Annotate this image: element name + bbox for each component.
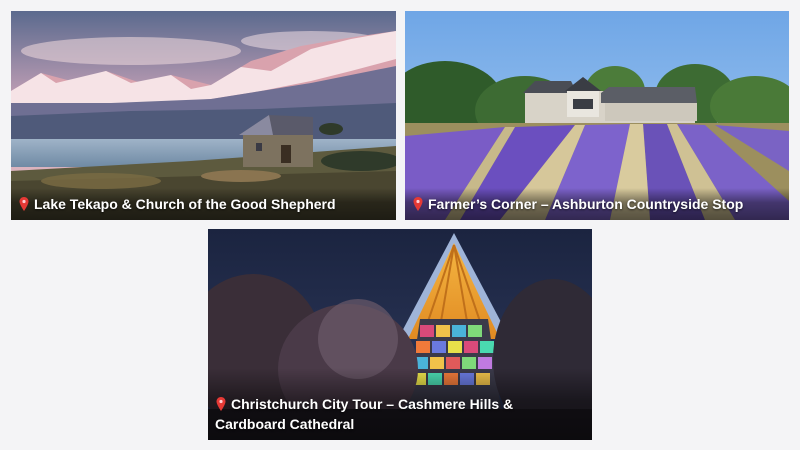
card-caption: Lake Tekapo & Church of the Good Shepher… xyxy=(11,188,396,220)
tour-card-christchurch[interactable]: Christchurch City Tour – Cashmere Hills … xyxy=(208,229,592,440)
location-pin-icon xyxy=(19,197,29,211)
location-pin-icon xyxy=(216,397,226,411)
card-title: Lake Tekapo & Church of the Good Shepher… xyxy=(34,196,336,212)
tour-card-lake-tekapo[interactable]: Lake Tekapo & Church of the Good Shepher… xyxy=(11,11,396,220)
tour-card-farmers-corner[interactable]: Farmer’s Corner – Ashburton Countryside … xyxy=(405,11,789,220)
card-title: Christchurch City Tour – Cashmere Hills … xyxy=(215,396,514,432)
card-title: Farmer’s Corner – Ashburton Countryside … xyxy=(428,196,744,212)
card-caption: Farmer’s Corner – Ashburton Countryside … xyxy=(405,188,789,220)
location-pin-icon xyxy=(413,197,423,211)
card-caption: Christchurch City Tour – Cashmere Hills … xyxy=(208,368,592,440)
